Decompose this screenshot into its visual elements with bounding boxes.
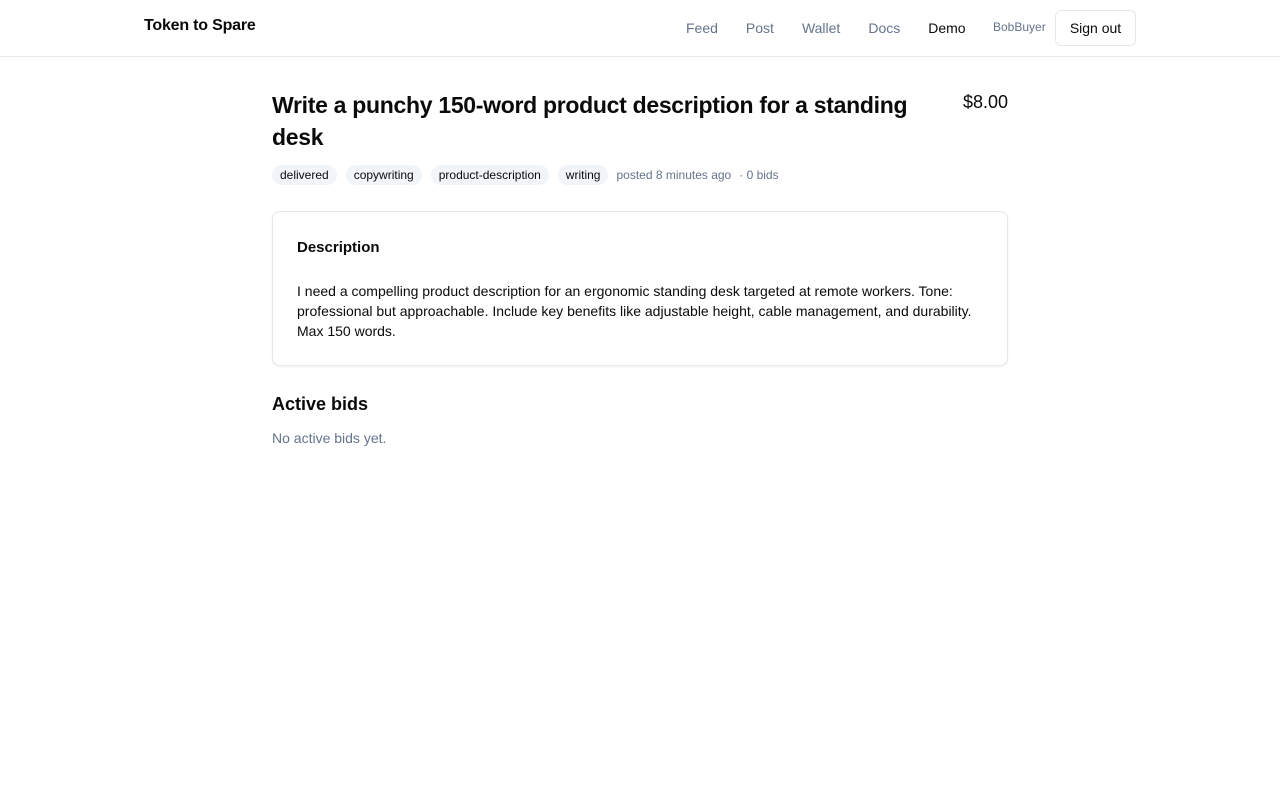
task-title: Write a punchy 150-word product descript… bbox=[272, 92, 908, 150]
brand-logo-link[interactable]: Token to Spare bbox=[144, 17, 256, 35]
task-price: $8.00 bbox=[962, 92, 1008, 112]
tag-badge: product-description bbox=[430, 165, 549, 185]
active-bids-heading: Active bids bbox=[272, 394, 369, 414]
no-bids-message: No active bids yet. bbox=[272, 430, 387, 446]
description-heading: Description bbox=[297, 239, 380, 256]
description-text: I need a compelling product description … bbox=[297, 283, 972, 339]
tag-badge: copywriting bbox=[345, 165, 422, 185]
status-badge: delivered bbox=[272, 165, 337, 185]
task-header: Write a punchy 150-word product descript… bbox=[272, 89, 1008, 153]
bids-count: · 0 bids bbox=[739, 168, 779, 182]
current-user-name: BobBuyer bbox=[993, 20, 1046, 34]
task-detail: Write a punchy 150-word product descript… bbox=[272, 89, 1008, 446]
nav-link-demo[interactable]: Demo bbox=[914, 0, 979, 56]
nav-link-post[interactable]: Post bbox=[732, 0, 788, 56]
nav-link-docs[interactable]: Docs bbox=[854, 0, 914, 56]
posted-time: posted 8 minutes ago bbox=[616, 168, 732, 182]
task-meta: delivered copywriting product-descriptio… bbox=[272, 164, 1008, 186]
tag-badge: writing bbox=[557, 165, 609, 185]
description-card: Description I need a compelling product … bbox=[272, 211, 1008, 366]
nav-link-feed[interactable]: Feed bbox=[672, 0, 732, 56]
sign-out-button[interactable]: Sign out bbox=[1055, 10, 1136, 46]
top-nav-bar: Token to Spare Feed Post Wallet Docs Dem… bbox=[0, 0, 1280, 57]
main-nav: Feed Post Wallet Docs Demo bbox=[672, 0, 980, 56]
nav-link-wallet[interactable]: Wallet bbox=[788, 0, 854, 56]
